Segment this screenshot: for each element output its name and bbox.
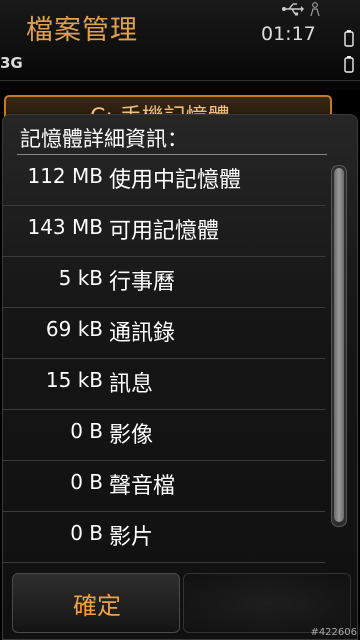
memory-size: 5 kB xyxy=(58,266,103,290)
memory-size: 112 MB xyxy=(27,164,103,188)
network-type: 3G xyxy=(0,54,23,72)
app-title: 檔案管理 xyxy=(26,15,138,46)
signal-strength-icon xyxy=(344,30,354,47)
list-item: 143 MB 可用記憶體 xyxy=(3,206,325,257)
scrollbar-thumb[interactable] xyxy=(334,168,344,522)
usb-icon xyxy=(282,3,304,16)
list-item: 69 kB 通訊錄 xyxy=(3,308,325,359)
memory-size: 0 B xyxy=(70,419,103,443)
memory-category: 使用中記憶體 xyxy=(109,168,242,193)
list-item: 0 B 影片 xyxy=(3,512,325,563)
memory-category: 行事曆 xyxy=(109,270,176,295)
ok-button[interactable]: 確定 xyxy=(12,573,180,633)
memory-category: 訊息 xyxy=(109,372,154,397)
list-item: 0 B 影像 xyxy=(3,410,325,461)
divider xyxy=(0,80,360,81)
ok-button-label: 確定 xyxy=(73,592,121,620)
watermark-id: #422606 xyxy=(310,627,357,638)
dialog-title: 記憶體詳細資訊： xyxy=(20,127,188,151)
list-item: 112 MB 使用中記憶體 xyxy=(3,155,325,206)
memory-size: 0 B xyxy=(70,521,103,545)
right-softkey-button[interactable] xyxy=(183,573,351,633)
memory-size: 69 kB xyxy=(45,317,103,341)
memory-category: 可用記憶體 xyxy=(109,219,220,244)
list-item: 15 kB 訊息 xyxy=(3,359,325,410)
memory-category: 通訊錄 xyxy=(109,321,176,346)
status-bar: 檔案管理 01:17 3G xyxy=(0,0,360,90)
memory-detail-list: 112 MB 使用中記憶體 143 MB 可用記憶體 5 kB 行事曆 69 k… xyxy=(3,155,333,563)
clock: 01:17 xyxy=(261,23,316,45)
memory-size: 143 MB xyxy=(27,215,103,239)
memory-category: 影片 xyxy=(109,525,154,550)
memory-size: 0 B xyxy=(70,470,103,494)
memory-category: 影像 xyxy=(109,423,154,448)
memory-category: 聲音檔 xyxy=(109,474,176,499)
list-item: 5 kB 行事曆 xyxy=(3,257,325,308)
profile-icon xyxy=(310,2,320,17)
list-item: 0 B 聲音檔 xyxy=(3,461,325,512)
memory-size: 15 kB xyxy=(45,368,103,392)
battery-icon xyxy=(344,56,354,73)
scrollbar[interactable] xyxy=(331,165,347,527)
memory-details-dialog: 記憶體詳細資訊： 112 MB 使用中記憶體 143 MB 可用記憶體 5 kB… xyxy=(2,114,358,640)
